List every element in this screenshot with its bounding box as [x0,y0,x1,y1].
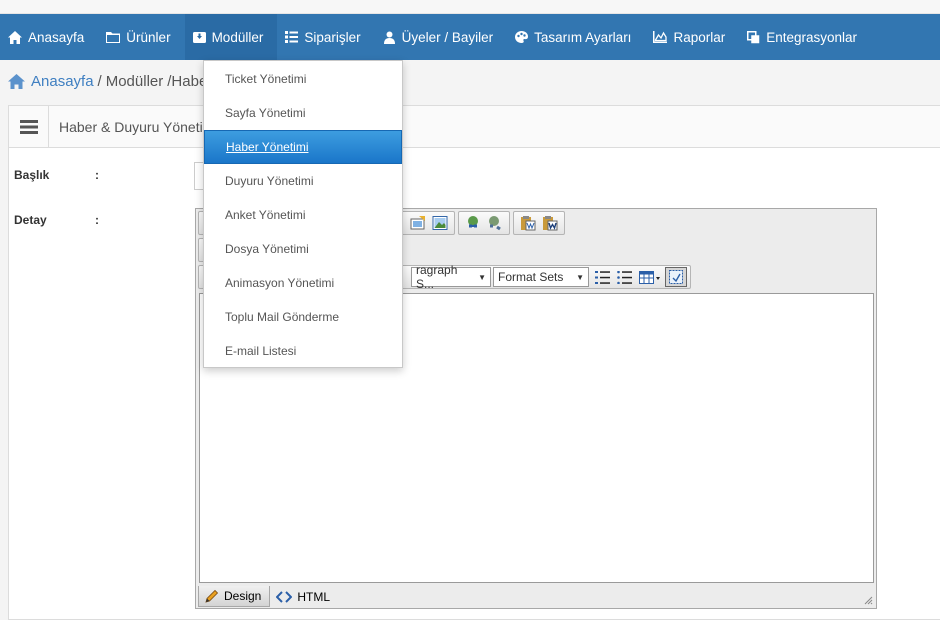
image-icon [432,216,448,230]
editor-mode-bar: Design HTML [196,585,876,608]
menu-item-animasyon-yonetimi[interactable]: Animasyon Yönetimi [204,266,402,300]
unlink-icon [489,216,501,231]
breadcrumb-modules: Modüller [105,72,164,90]
ordered-list-button[interactable] [591,267,613,287]
nav-label: Ürünler [126,29,171,45]
menu-item-haber-yonetimi[interactable]: Haber Yönetimi [204,130,402,164]
html-mode-label: HTML [297,589,331,604]
moduller-dropdown-menu: Ticket Yönetimi Sayfa Yönetimi Haber Yön… [203,60,403,368]
title-label: Başlık [14,168,50,182]
breadcrumb-home-link[interactable]: Anasayfa [8,73,94,90]
nav-item-siparisler[interactable]: Siparişler [277,14,374,60]
title-colon: : [95,168,99,182]
format-sets-select[interactable]: Format Sets ▼ [493,267,589,287]
html-mode-tab[interactable]: HTML [270,586,338,607]
palette-icon [515,31,529,43]
unordered-list-icon [616,270,632,284]
toggle-borders-button[interactable] [665,267,687,287]
resize-grip-icon[interactable] [863,595,873,605]
ordered-list-icon [594,270,610,284]
content-panel: Haber & Duyuru Yöneti Başlık : Detay : r… [8,105,940,620]
menu-item-sayfa-yonetimi[interactable]: Sayfa Yönetimi [204,96,402,130]
folder-icon [106,32,121,43]
panel-title: Haber & Duyuru Yöneti [59,118,203,135]
menu-item-ticket-yonetimi[interactable]: Ticket Yönetimi [204,62,402,96]
nav-item-raporlar[interactable]: Raporlar [645,14,739,60]
code-icon [276,590,293,603]
menu-item-toplu-mail-gonderme[interactable]: Toplu Mail Gönderme [204,300,402,334]
caret-down-icon: ▼ [478,272,486,282]
paste-icon [521,216,536,231]
detail-label: Detay [14,213,47,227]
breadcrumb-separator: / [97,72,102,90]
breadcrumb-home-label: Anasayfa [31,72,94,90]
menu-item-duyuru-yonetimi[interactable]: Duyuru Yönetimi [204,164,402,198]
panel-menu-toggle[interactable] [9,105,49,148]
paste-button[interactable] [517,213,539,233]
nav-label: Raporlar [673,29,726,45]
insert-table-button[interactable] [635,267,665,287]
top-strip [0,0,940,14]
hamburger-icon [19,119,38,134]
remove-link-button[interactable] [484,213,506,233]
toggle-borders-icon [669,270,683,284]
link-icon [468,216,478,228]
caret-down-icon: ▼ [576,272,584,282]
nav-label: Siparişler [304,29,361,45]
nav-item-entegrasyonlar[interactable]: Entegrasyonlar [739,14,871,60]
nav-label: Üyeler / Bayiler [401,29,494,45]
design-mode-label: Design [224,589,262,603]
nav-item-anasayfa[interactable]: Anasayfa [0,14,98,60]
paragraph-style-value: ragraph S... [416,263,458,291]
nav-item-urunler[interactable]: Ürünler [98,14,184,60]
nav-item-tasarim-ayarlari[interactable]: Tasarım Ayarları [507,14,645,60]
menu-item-dosya-yonetimi[interactable]: Dosya Yönetimi [204,232,402,266]
unordered-list-button[interactable] [613,267,635,287]
toolbar-group-links [458,211,510,235]
table-icon [639,270,660,284]
detail-colon: : [95,213,99,227]
format-sets-value: Format Sets [498,270,564,284]
media-icon [410,216,425,230]
paste-word-button[interactable] [539,213,561,233]
user-icon [383,31,395,44]
nav-item-uyeler-bayiler[interactable]: Üyeler / Bayiler [375,14,508,60]
nav-label: Entegrasyonlar [766,29,858,45]
insert-link-button[interactable] [462,213,484,233]
list-icon [285,31,299,43]
toolbar-group-paste [513,211,565,235]
pencil-icon [205,589,219,603]
menu-item-e-mail-listesi[interactable]: E-mail Listesi [204,334,402,368]
nav-label: Modüller [211,29,264,45]
nav-item-moduller[interactable]: Modüller [184,14,278,60]
media-button[interactable] [407,213,429,233]
inbox-icon [192,32,206,43]
paste-word-icon [543,216,558,231]
design-mode-tab[interactable]: Design [198,586,271,607]
home-icon [8,73,25,89]
panel-header: Haber & Duyuru Yöneti [9,105,940,148]
nav-label: Anasayfa [28,29,85,45]
home-icon [8,30,22,44]
image-button[interactable] [429,213,451,233]
copy-icon [747,30,760,43]
menu-item-anket-yonetimi[interactable]: Anket Yönetimi [204,198,402,232]
breadcrumb: Anasayfa / Modüller / Haber [8,70,212,92]
paragraph-style-select[interactable]: ragraph S... ▼ [411,263,491,291]
chart-icon [653,31,668,43]
main-navbar: Anasayfa Ürünler Modüller Siparişler Üye… [0,14,940,60]
nav-label: Tasarım Ayarları [534,29,632,45]
